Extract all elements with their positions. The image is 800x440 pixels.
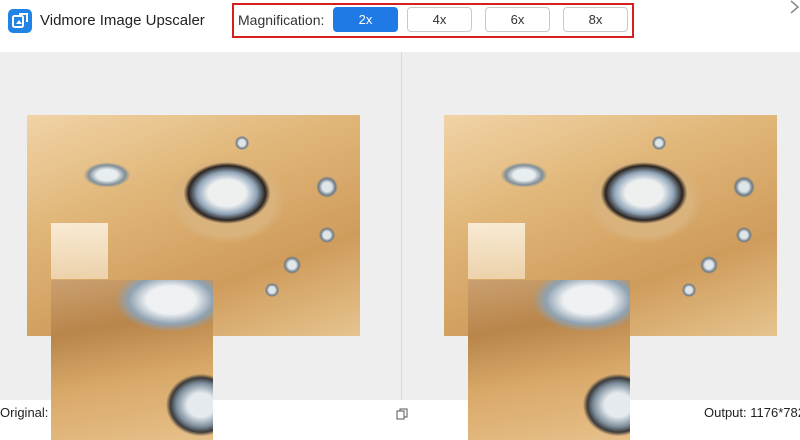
output-zoom-magnifier <box>468 280 630 440</box>
output-zoom-region[interactable] <box>468 223 525 279</box>
vidmore-logo-icon <box>8 9 32 33</box>
magnification-2x-button[interactable]: 2x <box>333 7 398 32</box>
original-size-label: Original: <box>0 405 49 420</box>
preview-divider <box>401 52 402 400</box>
copy-icon[interactable] <box>396 408 408 420</box>
magnification-4x-button[interactable]: 4x <box>407 7 472 32</box>
app-title: Vidmore Image Upscaler <box>40 12 205 29</box>
magnification-label: Magnification: <box>238 12 325 28</box>
chevron-right-icon[interactable] <box>788 0 800 16</box>
original-zoom-magnifier <box>51 280 213 440</box>
magnification-8x-button[interactable]: 8x <box>563 7 628 32</box>
magnification-6x-button[interactable]: 6x <box>485 7 550 32</box>
output-size-label: Output: 1176*782 <box>704 405 800 420</box>
original-zoom-region[interactable] <box>51 223 108 279</box>
